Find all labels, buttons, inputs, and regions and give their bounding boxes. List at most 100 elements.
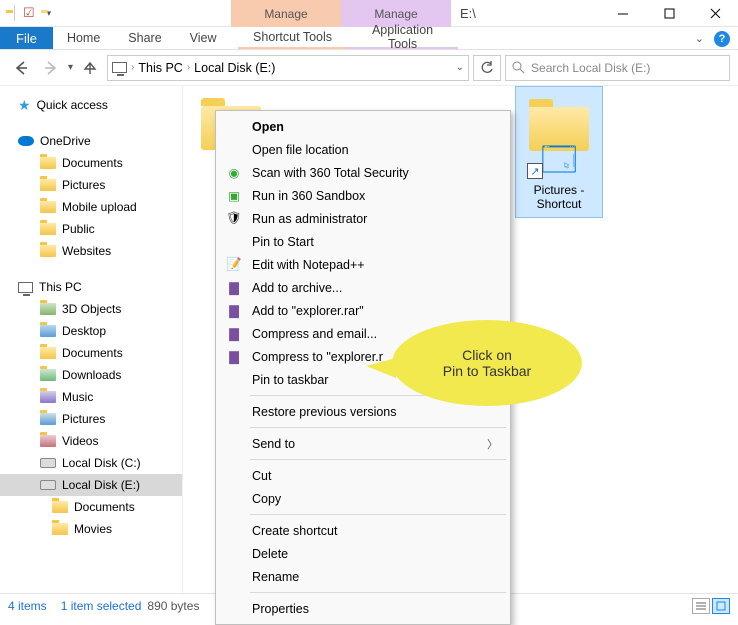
window-title: E:\: [460, 0, 476, 27]
sidebar-item[interactable]: Videos: [0, 430, 182, 452]
ctx-copy[interactable]: Copy: [218, 487, 508, 510]
back-button[interactable]: [8, 54, 34, 82]
sidebar-this-pc[interactable]: This PC: [0, 276, 182, 298]
ctx-rename[interactable]: Rename: [218, 565, 508, 588]
explorer-icon: 🗔: [541, 143, 578, 177]
refresh-button[interactable]: [473, 55, 501, 81]
ctx-pin-to-start[interactable]: Pin to Start: [218, 230, 508, 253]
winrar-icon: ▇: [226, 349, 242, 365]
arrow-up-icon: [82, 60, 98, 76]
chevron-right-icon: 〉: [487, 436, 498, 452]
sidebar-onedrive[interactable]: OneDrive: [0, 130, 182, 152]
minimize-icon: [617, 8, 629, 20]
minimize-button[interactable]: [600, 0, 646, 27]
ctx-edit-notepadpp[interactable]: 📝Edit with Notepad++: [218, 253, 508, 276]
breadcrumb-this-pc[interactable]: This PC: [138, 61, 182, 75]
sidebar-item[interactable]: Documents: [0, 152, 182, 174]
folder-icon: [40, 369, 56, 381]
ctx-add-to-explorer-rar[interactable]: ▇Add to "explorer.rar": [218, 299, 508, 322]
ctx-open-file-location[interactable]: Open file location: [218, 138, 508, 161]
sidebar-item[interactable]: Downloads: [0, 364, 182, 386]
sidebar-item[interactable]: Mobile upload: [0, 196, 182, 218]
disk-icon: [40, 458, 56, 468]
ctx-scan-360[interactable]: ◉Scan with 360 Total Security: [218, 161, 508, 184]
navigation-pane: ★Quick access OneDrive Documents Picture…: [0, 86, 183, 593]
status-selected-count: 1 item selected: [61, 599, 142, 613]
ctx-add-to-archive[interactable]: ▇Add to archive...: [218, 276, 508, 299]
address-dropdown-icon[interactable]: ⌄: [456, 62, 464, 73]
sidebar-item[interactable]: Desktop: [0, 320, 182, 342]
sidebar-item[interactable]: Public: [0, 218, 182, 240]
view-details-button[interactable]: [692, 598, 710, 614]
properties-icon[interactable]: ☑: [23, 5, 35, 21]
callout-line1: Click on: [443, 347, 531, 363]
details-view-icon: [696, 601, 706, 611]
sidebar-item[interactable]: Websites: [0, 240, 182, 262]
quick-access-toolbar: ☑ ▾: [0, 5, 57, 21]
file-label: Pictures - Shortcut: [518, 183, 600, 211]
folder-icon: [40, 347, 56, 359]
folder-icon: [40, 245, 56, 257]
shield-uac-icon: 🛡: [226, 211, 242, 227]
notepadpp-icon: 📝: [226, 257, 242, 273]
sidebar-item[interactable]: 3D Objects: [0, 298, 182, 320]
expand-ribbon-icon[interactable]: ⌄: [695, 32, 704, 45]
search-placeholder: Search Local Disk (E:): [531, 61, 650, 75]
shield-green-icon: ◉: [226, 165, 242, 181]
sidebar-item[interactable]: Documents: [0, 496, 182, 518]
search-box[interactable]: Search Local Disk (E:): [505, 55, 730, 81]
status-item-count: 4 items: [8, 599, 47, 613]
contextual-tab-shortcut[interactable]: Manage: [231, 0, 341, 27]
folder-icon: [40, 157, 56, 169]
onedrive-icon: [18, 136, 34, 146]
address-bar[interactable]: › This PC › Local Disk (E:) ⌄: [107, 55, 469, 81]
annotation-callout: Click on Pin to Taskbar: [392, 320, 582, 406]
ctx-cut[interactable]: Cut: [218, 464, 508, 487]
tab-file[interactable]: File: [0, 27, 53, 49]
winrar-icon: ▇: [226, 280, 242, 296]
callout-line2: Pin to Taskbar: [443, 363, 531, 379]
view-large-icons-button[interactable]: [712, 598, 730, 614]
ctx-open[interactable]: Open: [218, 115, 508, 138]
ctx-send-to[interactable]: Send to〉: [218, 432, 508, 455]
tab-home[interactable]: Home: [53, 27, 114, 49]
maximize-button[interactable]: [646, 0, 692, 27]
ctx-delete[interactable]: Delete: [218, 542, 508, 565]
sidebar-item[interactable]: Movies: [0, 518, 182, 540]
sidebar-item[interactable]: Documents: [0, 342, 182, 364]
tab-view[interactable]: View: [176, 27, 231, 49]
tab-share[interactable]: Share: [114, 27, 175, 49]
close-button[interactable]: [692, 0, 738, 27]
close-icon: [710, 8, 721, 19]
folder-icon: [40, 413, 56, 425]
tab-application-tools[interactable]: Application Tools: [348, 27, 458, 49]
shortcut-overlay-icon: ↗: [527, 163, 543, 179]
star-icon: ★: [18, 98, 31, 112]
help-icon[interactable]: ?: [714, 31, 730, 47]
file-item-pictures-shortcut[interactable]: 🗔 ↗ Pictures - Shortcut: [515, 86, 603, 218]
arrow-left-icon: [12, 59, 30, 77]
recent-locations-icon[interactable]: ▾: [68, 62, 73, 73]
ctx-run-360-sandbox[interactable]: ▣Run in 360 Sandbox: [218, 184, 508, 207]
sidebar-item[interactable]: Music: [0, 386, 182, 408]
sidebar-local-disk-c[interactable]: Local Disk (C:): [0, 452, 182, 474]
search-icon: [512, 61, 525, 74]
forward-button[interactable]: [38, 54, 64, 82]
ctx-run-as-admin[interactable]: 🛡Run as administrator: [218, 207, 508, 230]
tab-shortcut-tools[interactable]: Shortcut Tools: [238, 27, 348, 49]
folder-icon: [40, 325, 56, 337]
up-button[interactable]: [77, 54, 103, 82]
maximize-icon: [664, 8, 675, 19]
icons-view-icon: [716, 601, 726, 611]
breadcrumb-drive[interactable]: Local Disk (E:): [194, 61, 275, 75]
status-size: 890 bytes: [147, 599, 199, 613]
sidebar-quick-access[interactable]: ★Quick access: [0, 94, 182, 116]
ribbon: File Home Share View Shortcut Tools Appl…: [0, 27, 738, 50]
arrow-right-icon: [42, 59, 60, 77]
sidebar-item[interactable]: Pictures: [0, 174, 182, 196]
sidebar-item[interactable]: Pictures: [0, 408, 182, 430]
pc-icon: [18, 282, 33, 293]
ctx-create-shortcut[interactable]: Create shortcut: [218, 519, 508, 542]
folder-icon: [52, 523, 68, 535]
sidebar-local-disk-e[interactable]: Local Disk (E:): [0, 474, 182, 496]
